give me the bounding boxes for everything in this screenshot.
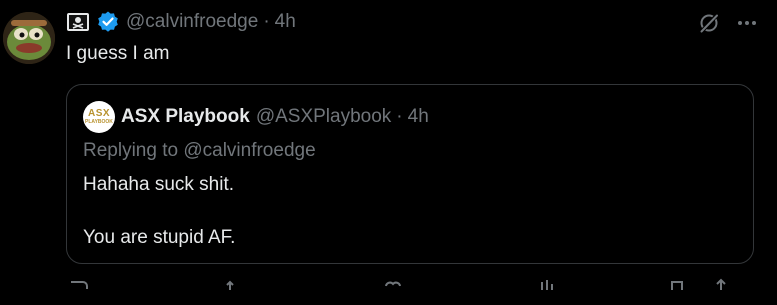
reply-icon[interactable]	[66, 278, 88, 300]
pirate-flag-icon	[66, 12, 90, 32]
quote-separator: ·	[396, 106, 403, 127]
more-icon[interactable]	[735, 11, 759, 35]
quoted-tweet[interactable]: ASX PLAYBOOK ASX Playbook @ASXPlaybook ·…	[66, 84, 754, 264]
retweet-icon[interactable]	[226, 278, 248, 300]
avatar[interactable]	[3, 12, 55, 64]
top-actions	[697, 11, 759, 35]
quote-header: ASX PLAYBOOK ASX Playbook @ASXPlaybook ·…	[83, 101, 429, 133]
tweet[interactable]: @calvinfroedge · 4h I guess I am ASX PLA…	[0, 0, 777, 290]
quote-avatar-logo-line2: PLAYBOOK	[85, 119, 113, 125]
header-separator: ·	[263, 11, 270, 32]
quote-replying-to: Replying to @calvinfroedge	[83, 140, 316, 161]
quote-handle[interactable]: @ASXPlaybook	[256, 106, 391, 128]
quote-timestamp[interactable]: 4h	[408, 106, 429, 128]
action-bar	[62, 278, 762, 298]
quote-text-line1: Hahaha suck shit.	[83, 174, 235, 195]
share-icon[interactable]	[710, 278, 732, 300]
views-icon[interactable]	[536, 278, 558, 300]
bookmark-icon[interactable]	[666, 278, 688, 300]
tweet-timestamp[interactable]: 4h	[275, 11, 296, 33]
quote-avatar-logo-line1: ASX	[87, 108, 111, 119]
quote-avatar[interactable]: ASX PLAYBOOK	[83, 101, 115, 133]
like-icon[interactable]	[382, 278, 404, 300]
tweet-header: @calvinfroedge · 4h	[66, 9, 296, 35]
tweet-text: I guess I am	[66, 43, 170, 64]
quote-display-name[interactable]: ASX Playbook	[121, 106, 250, 128]
grok-icon[interactable]	[697, 11, 721, 35]
verified-badge-icon[interactable]	[96, 10, 120, 34]
quote-text-line2: You are stupid AF.	[83, 227, 236, 248]
tweet-handle[interactable]: @calvinfroedge	[126, 11, 258, 33]
